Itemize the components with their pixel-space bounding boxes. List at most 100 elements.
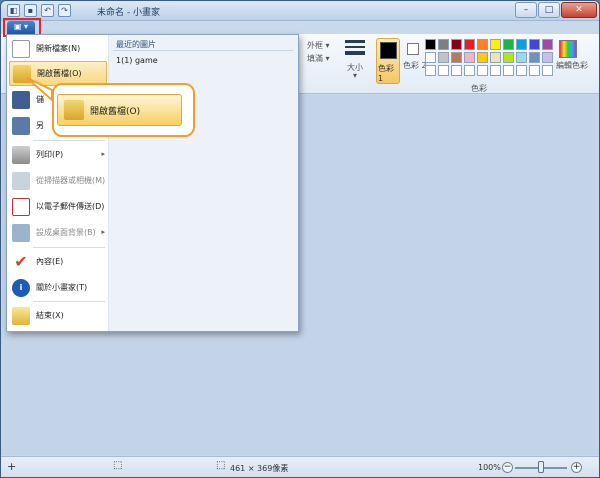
palette-swatch[interactable] <box>464 65 475 76</box>
menu-item-properties[interactable]: ✔ 內容(E) <box>9 249 107 274</box>
paint-window: ◧ ▪ ↶ ↷ 未命名 - 小畫家 – □ ✕ 外框 ▾ 填滿 ▾ 大小 ▾ 色… <box>0 0 600 478</box>
recent-header-divider <box>113 50 293 51</box>
menu-item-scanner: 從掃描器或相機(M) <box>9 168 107 193</box>
selection-size-icon: ⬚ <box>113 460 123 471</box>
maximize-button[interactable]: □ <box>538 2 560 18</box>
menu-item-print-label: 列印(P) <box>36 150 64 159</box>
palette-swatch[interactable] <box>516 39 527 50</box>
palette-swatch[interactable] <box>477 52 488 63</box>
status-bar: + ⬚ ⬚ 461 × 369像素 100% − + <box>1 456 599 477</box>
canvas-dimensions: 461 × 369像素 <box>230 464 289 473</box>
recent-pictures-panel: 最近的圖片 1(1) game <box>109 35 298 331</box>
menu-item-about[interactable]: i 關於小畫家(T) <box>9 275 107 300</box>
palette-swatch[interactable] <box>542 52 553 63</box>
undo-icon[interactable]: ↶ <box>41 4 54 17</box>
close-button[interactable]: ✕ <box>561 2 597 18</box>
desktop-icon <box>12 223 30 242</box>
menu-item-scanner-label: 從掃描器或相機(M) <box>36 176 106 185</box>
redo-icon[interactable]: ↷ <box>58 4 71 17</box>
palette-swatch[interactable] <box>529 65 540 76</box>
color1-swatch <box>380 42 397 59</box>
new-file-icon <box>12 39 30 58</box>
menu-item-set-desktop: 設成桌面背景(B) ▸ <box>9 220 107 245</box>
palette-swatch[interactable] <box>438 39 449 50</box>
submenu-arrow-icon: ▸ <box>101 150 105 158</box>
edit-colors-icon[interactable] <box>559 40 577 58</box>
palette-swatch[interactable] <box>542 65 553 76</box>
color2-swatch[interactable] <box>407 43 419 55</box>
menu-item-exit-label: 結束(X) <box>36 311 64 320</box>
recent-pictures-header: 最近的圖片 <box>116 40 156 49</box>
menu-item-new[interactable]: 開新檔案(N) <box>9 36 107 61</box>
info-icon: i <box>12 278 30 297</box>
paint-app-icon: ◧ <box>7 4 20 17</box>
size-icon[interactable] <box>345 40 365 62</box>
palette-swatch[interactable] <box>425 65 436 76</box>
callout-pointer <box>26 77 53 102</box>
color-palette <box>425 39 553 76</box>
callout-open-button: 開啟舊檔(O) <box>57 94 182 126</box>
zoom-out-button[interactable]: − <box>502 462 513 473</box>
menu-item-email[interactable]: 以電子郵件傳送(D) <box>9 194 107 219</box>
palette-swatch[interactable] <box>503 52 514 63</box>
quick-access-toolbar: ◧ ▪ ↶ ↷ <box>7 4 71 17</box>
menu-item-save-as-label: 另 <box>36 121 44 130</box>
palette-swatch[interactable] <box>451 52 462 63</box>
menu-item-exit[interactable]: 結束(X) <box>9 303 107 328</box>
save-as-icon <box>12 116 30 135</box>
checkmark-icon: ✔ <box>14 251 28 271</box>
palette-swatch[interactable] <box>438 65 449 76</box>
palette-swatch[interactable] <box>490 65 501 76</box>
canvas-size-icon: ⬚ <box>216 460 226 471</box>
palette-swatch[interactable] <box>464 39 475 50</box>
size-arrow-icon: ▾ <box>353 71 358 80</box>
palette-swatch[interactable] <box>542 39 553 50</box>
palette-swatch[interactable] <box>477 39 488 50</box>
menu-separator <box>33 247 105 248</box>
scanner-icon <box>12 171 30 190</box>
menu-item-email-label: 以電子郵件傳送(D) <box>36 202 105 211</box>
palette-swatch[interactable] <box>425 52 436 63</box>
minimize-button[interactable]: – <box>515 2 537 18</box>
zoom-slider-thumb[interactable] <box>538 461 544 473</box>
submenu-arrow-icon: ▸ <box>101 228 105 236</box>
palette-swatch[interactable] <box>516 52 527 63</box>
palette-swatch[interactable] <box>490 39 501 50</box>
app-menu-button[interactable]: ▣ ▾ <box>7 21 35 34</box>
menu-separator <box>33 301 105 302</box>
add-icon: + <box>7 460 17 473</box>
palette-swatch[interactable] <box>516 65 527 76</box>
edit-colors-label[interactable]: 編輯色彩 <box>556 60 588 71</box>
menu-item-about-label: 關於小畫家(T) <box>36 283 88 292</box>
outline-button[interactable]: 外框 ▾ <box>307 40 330 51</box>
color1-label: 色彩 1 <box>378 64 394 83</box>
save-icon[interactable]: ▪ <box>24 4 37 17</box>
menu-item-print[interactable]: 列印(P) ▸ <box>9 142 107 167</box>
recent-item-game[interactable]: 1(1) game <box>116 56 158 65</box>
palette-swatch[interactable] <box>425 39 436 50</box>
palette-swatch[interactable] <box>503 39 514 50</box>
callout-open-label: 開啟舊檔(O) <box>90 106 141 117</box>
palette-swatch[interactable] <box>451 39 462 50</box>
palette-swatch[interactable] <box>529 52 540 63</box>
palette-swatch[interactable] <box>503 65 514 76</box>
palette-swatch[interactable] <box>490 52 501 63</box>
exit-icon <box>12 306 30 325</box>
palette-swatch[interactable] <box>438 52 449 63</box>
email-icon <box>12 197 30 216</box>
color2-label: 色彩 2 <box>403 61 427 70</box>
title-bar: ◧ ▪ ↶ ↷ 未命名 - 小畫家 – □ ✕ <box>1 1 599 21</box>
colors-group-label: 色彩 <box>471 84 487 93</box>
open-folder-icon <box>64 100 84 120</box>
menu-separator <box>33 140 105 141</box>
zoom-in-button[interactable]: + <box>571 462 582 473</box>
menu-item-properties-label: 內容(E) <box>36 257 64 266</box>
palette-swatch[interactable] <box>464 52 475 63</box>
fill-button[interactable]: 填滿 ▾ <box>307 53 330 64</box>
palette-swatch[interactable] <box>477 65 488 76</box>
window-title: 未命名 - 小畫家 <box>97 8 160 18</box>
palette-swatch[interactable] <box>451 65 462 76</box>
palette-swatch[interactable] <box>529 39 540 50</box>
zoom-percent: 100% <box>478 463 501 472</box>
color1-button[interactable]: 色彩 1 <box>376 38 400 84</box>
